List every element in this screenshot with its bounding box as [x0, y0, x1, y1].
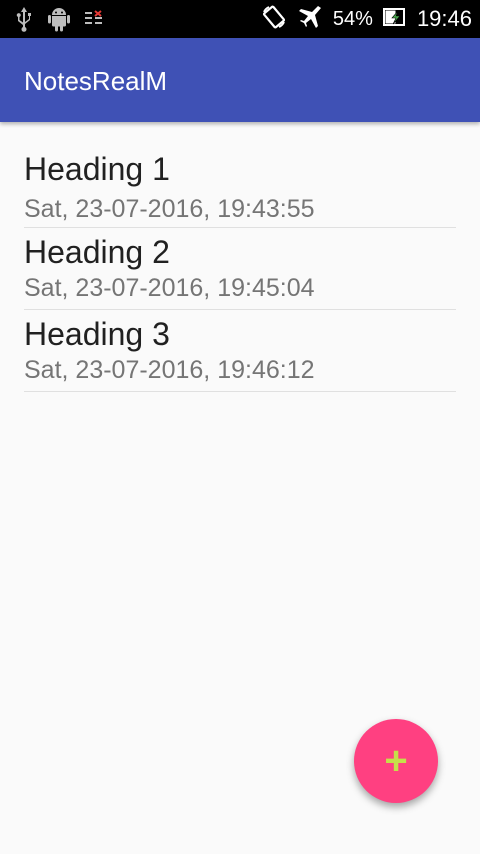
note-date: Sat, 23-07-2016, 19:45:04 — [24, 274, 315, 302]
screen-rotate-icon — [261, 4, 287, 35]
note-date: Sat, 23-07-2016, 19:46:12 — [24, 356, 315, 384]
notification-icon — [84, 9, 104, 34]
android-icon — [46, 6, 72, 37]
status-bar-notifications — [14, 6, 104, 37]
app-title: NotesRealM — [24, 66, 168, 96]
note-title: Heading 2 — [24, 234, 170, 270]
note-title: Heading 1 — [24, 151, 170, 187]
note-title: Heading 3 — [24, 316, 170, 352]
notes-list: Heading 1 Sat, 23-07-2016, 19:43:55 Head… — [24, 122, 456, 392]
status-bar-system: 54% 19:46 — [261, 0, 472, 38]
note-list-item[interactable]: Heading 3 Sat, 23-07-2016, 19:46:12 — [24, 310, 456, 392]
app-bar: NotesRealM — [0, 38, 480, 122]
battery-percentage: 54% — [332, 7, 373, 30]
battery-charging-icon — [382, 7, 407, 32]
usb-icon — [14, 6, 34, 37]
plus-icon: + — [384, 739, 408, 783]
status-bar: 54% 19:46 — [0, 0, 480, 38]
airplane-mode-icon — [297, 4, 323, 35]
note-date: Sat, 23-07-2016, 19:43:55 — [24, 195, 315, 223]
note-list-item[interactable]: Heading 2 Sat, 23-07-2016, 19:45:04 — [24, 228, 456, 310]
note-list-item[interactable]: Heading 1 Sat, 23-07-2016, 19:43:55 — [24, 122, 456, 228]
clock: 19:46 — [416, 6, 472, 31]
add-note-button[interactable]: + — [354, 719, 438, 803]
